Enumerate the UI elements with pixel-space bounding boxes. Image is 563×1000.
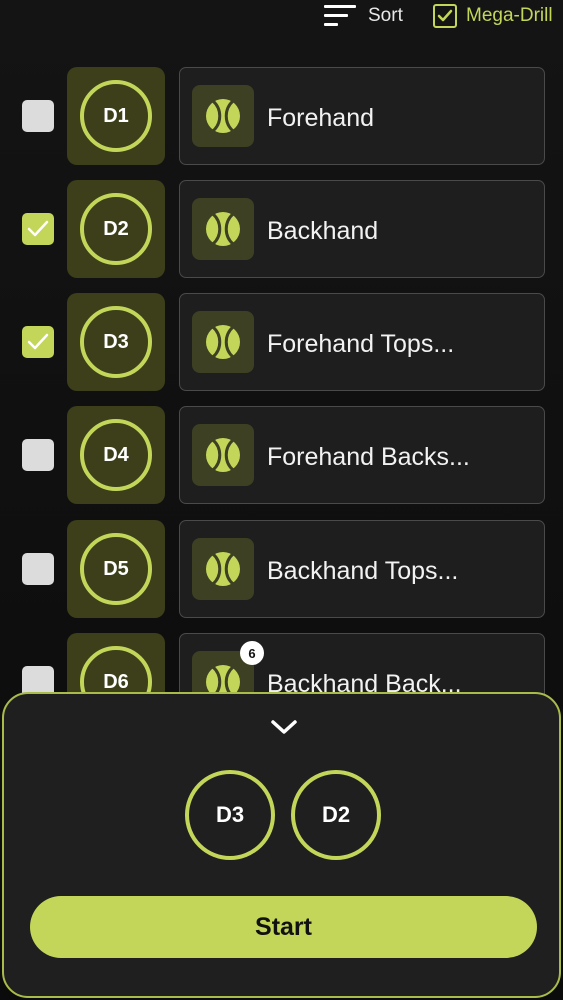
- drill-code: D4: [80, 419, 152, 491]
- drill-code-tile[interactable]: D2: [67, 180, 165, 278]
- sort-button[interactable]: Sort: [368, 5, 403, 27]
- drill-checkbox[interactable]: [22, 439, 54, 471]
- mega-drill-checkbox[interactable]: [433, 4, 457, 28]
- drill-checkbox[interactable]: [22, 100, 54, 132]
- drill-card[interactable]: Backhand Tops...: [179, 520, 545, 618]
- drill-row: D1 Forehand: [0, 67, 563, 167]
- start-button[interactable]: Start: [30, 896, 537, 958]
- tennis-ball-icon: [192, 85, 254, 147]
- drill-checkbox[interactable]: [22, 213, 54, 245]
- drill-code-tile[interactable]: D1: [67, 67, 165, 165]
- count-badge: 6: [240, 641, 264, 665]
- drill-row: D3 Forehand Tops...: [0, 293, 563, 393]
- drill-row: D4 Forehand Backs...: [0, 406, 563, 506]
- tennis-ball-icon: [192, 538, 254, 600]
- tennis-ball-icon: [192, 311, 254, 373]
- drill-card[interactable]: Forehand: [179, 67, 545, 165]
- tennis-ball-icon: [192, 424, 254, 486]
- drill-row: D2 Backhand: [0, 180, 563, 280]
- top-bar: Sort Mega-Drill: [0, 0, 563, 48]
- drill-checkbox[interactable]: [22, 326, 54, 358]
- chevron-down-icon[interactable]: [269, 718, 299, 736]
- drill-code: D2: [80, 193, 152, 265]
- check-icon: [437, 9, 453, 22]
- drill-name: Backhand: [267, 217, 379, 245]
- drill-checkbox[interactable]: [22, 553, 54, 585]
- drill-card[interactable]: Backhand: [179, 180, 545, 278]
- tennis-ball-icon: [192, 198, 254, 260]
- selected-drill-chip[interactable]: D3: [185, 770, 275, 860]
- check-icon: [27, 220, 49, 237]
- drill-selection-screen: Sort Mega-Drill D1 Forehand D2 Backhand …: [0, 0, 563, 1000]
- drill-code: D3: [80, 306, 152, 378]
- drill-code-tile[interactable]: D5: [67, 520, 165, 618]
- mega-drill-label[interactable]: Mega-Drill: [466, 5, 553, 27]
- check-icon: [27, 333, 49, 350]
- drill-code: D1: [80, 80, 152, 152]
- drill-code-tile[interactable]: D3: [67, 293, 165, 391]
- drill-name: Backhand Tops...: [267, 557, 459, 585]
- drill-card[interactable]: Forehand Backs...: [179, 406, 545, 504]
- drill-name: Forehand Tops...: [267, 330, 455, 358]
- drill-name: Forehand: [267, 104, 375, 132]
- selected-drill-chip[interactable]: D2: [291, 770, 381, 860]
- drill-code: D5: [80, 533, 152, 605]
- selection-sheet: D3 D2 Start: [2, 692, 561, 998]
- drill-name: Forehand Backs...: [267, 443, 470, 471]
- sort-lines-icon[interactable]: [324, 5, 356, 27]
- drill-row: D5 Backhand Tops...: [0, 520, 563, 620]
- drill-card[interactable]: Forehand Tops...: [179, 293, 545, 391]
- drill-code-tile[interactable]: D4: [67, 406, 165, 504]
